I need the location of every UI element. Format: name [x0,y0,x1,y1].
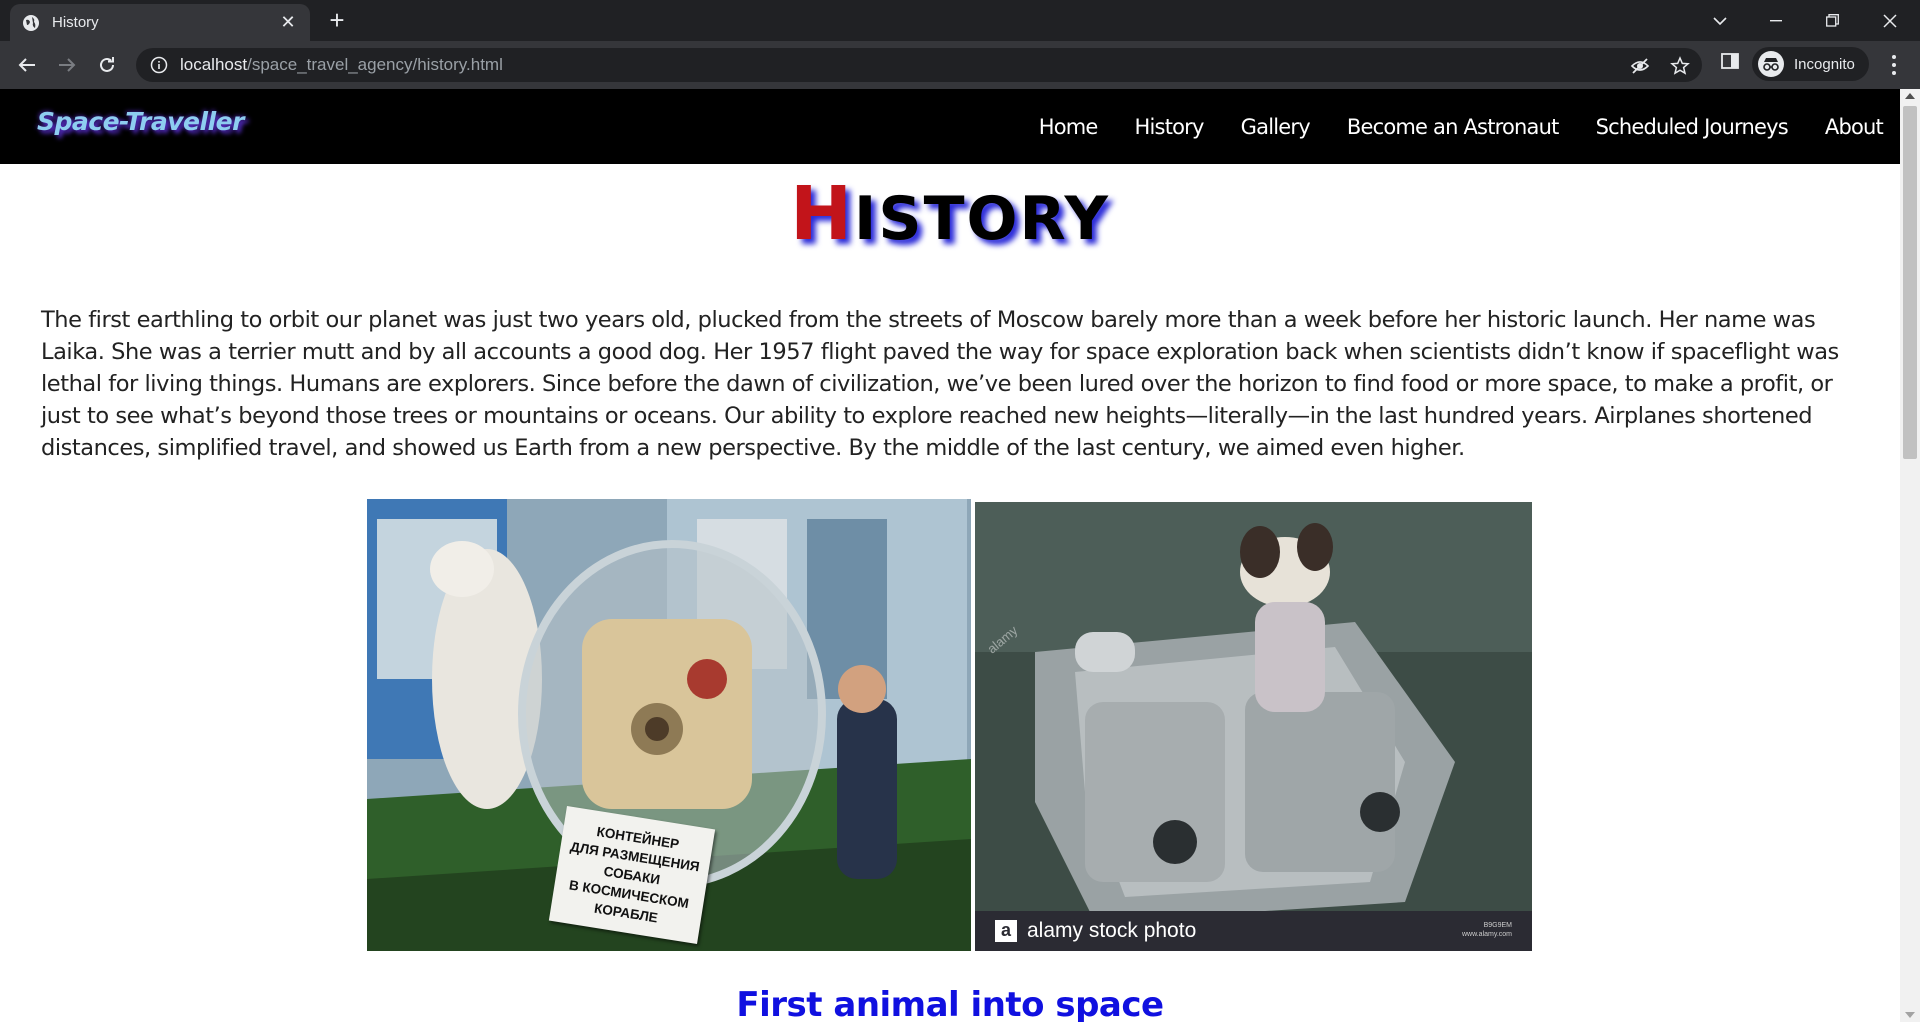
nav-link-become-astronaut[interactable]: Become an Astronaut [1347,115,1560,139]
nav-link-about[interactable]: About [1825,115,1884,139]
page-viewport: Space-Traveller Home History Gallery Bec… [0,89,1900,1022]
nav-link-history[interactable]: History [1135,115,1205,139]
nav-link-gallery[interactable]: Gallery [1241,115,1311,139]
browser-toolbar: localhost/space_travel_agency/history.ht… [0,41,1920,89]
tab-search-icon[interactable] [1692,0,1748,41]
browser-tab[interactable]: History ✕ [10,4,310,41]
minimize-button[interactable] [1748,0,1804,41]
alamy-code-line: B9G9EM [1483,922,1512,929]
browser-menu-icon[interactable] [1884,53,1904,77]
section-heading: First animal into space [736,985,1164,1022]
russian-museum-sign: КОНТЕЙНЕР ДЛЯ РАЗМЕЩЕНИЯ СОБАКИ В КОСМИЧ… [548,805,716,945]
intro-paragraph: The first earthling to orbit our planet … [41,307,1839,461]
page-title: HISTORY [0,171,1900,257]
alamy-watermark-bar: a alamy stock photo B9G9EM www.alamy.com [975,911,1532,951]
eye-off-icon[interactable] [1630,56,1650,76]
incognito-icon [1758,51,1784,77]
back-button[interactable] [12,50,42,80]
site-brand-logo[interactable]: Space-Traveller [37,107,244,136]
alamy-watermark-text: alamy stock photo [1027,919,1197,942]
side-panel-icon[interactable] [1720,51,1740,71]
site-navbar: Space-Traveller Home History Gallery Bec… [0,89,1900,164]
bookmark-star-icon[interactable] [1670,56,1690,76]
restore-button[interactable] [1804,0,1860,41]
incognito-label: Incognito [1794,55,1855,73]
scroll-down-arrow-icon[interactable] [1905,1012,1915,1018]
scroll-up-arrow-icon[interactable] [1905,93,1915,99]
page-title-initial: H [790,171,855,257]
tab-title: History [52,14,99,31]
reload-button[interactable] [92,50,122,80]
nav-link-home[interactable]: Home [1039,115,1099,139]
alamy-logo-icon: a [995,920,1017,942]
globe-icon [23,14,39,31]
site-info-icon[interactable] [150,56,168,74]
page-title-rest: ISTORY [854,184,1110,254]
incognito-profile-button[interactable]: Incognito [1752,47,1869,81]
browser-tab-strip: History ✕ + [0,0,1920,41]
alamy-image-code: B9G9EM www.alamy.com [1462,921,1512,939]
scrollbar-thumb[interactable] [1903,106,1917,459]
laika-container-museum-photo: КОНТЕЙНЕР ДЛЯ РАЗМЕЩЕНИЯ СОБАКИ В КОСМИЧ… [367,499,971,951]
url-path: /space_travel_agency/history.html [247,55,503,74]
site-menu: Home History Gallery Become an Astronaut… [1002,89,1884,164]
close-tab-icon[interactable]: ✕ [278,12,298,33]
address-bar[interactable]: localhost/space_travel_agency/history.ht… [136,48,1702,82]
nav-link-scheduled-journeys[interactable]: Scheduled Journeys [1596,115,1789,139]
forward-button[interactable] [52,50,82,80]
alamy-code-line: www.alamy.com [1461,931,1512,938]
page-scrollbar[interactable] [1900,89,1920,1022]
laika-capsule-photo: alamy a alamy stock photo B9G9EM www.ala… [975,502,1532,951]
close-window-button[interactable] [1862,0,1918,41]
url-host: localhost [180,55,248,74]
new-tab-button[interactable]: + [322,6,352,36]
